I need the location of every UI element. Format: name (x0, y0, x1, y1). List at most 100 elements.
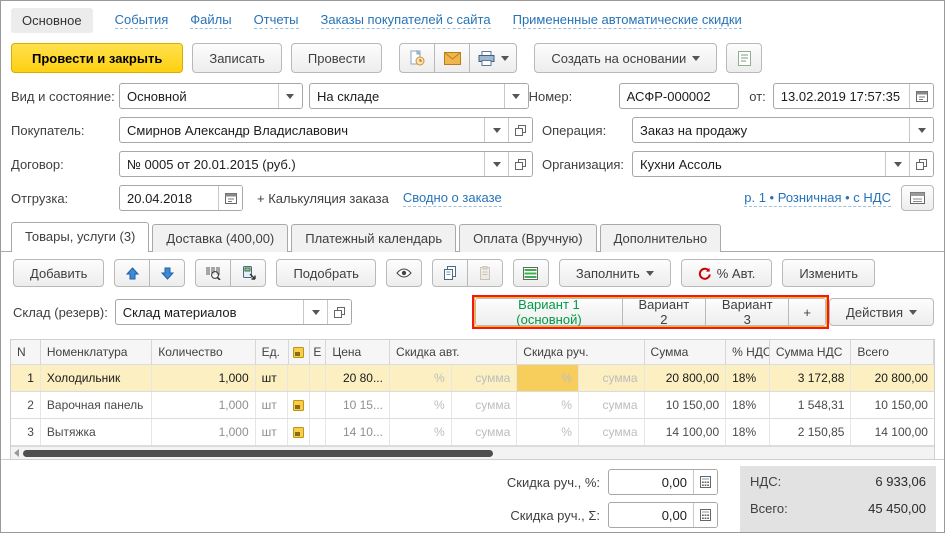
print-button[interactable] (469, 43, 517, 73)
mail-envelope-icon[interactable] (434, 43, 470, 73)
cell-price[interactable]: 14 10... (326, 419, 390, 445)
data-terminal-icon[interactable] (230, 259, 266, 287)
kind-dropdown-icon[interactable] (278, 84, 302, 108)
cell-quantity[interactable]: 1,000 (152, 419, 255, 445)
calculator-icon[interactable] (693, 470, 717, 494)
price-type-link[interactable]: р. 1 • Розничная • с НДС (744, 190, 891, 207)
col-content-icon[interactable] (289, 340, 311, 364)
cell-quantity[interactable]: 1,000 (152, 392, 255, 418)
cell-unit[interactable]: шт (256, 419, 289, 445)
barcode-search-icon[interactable] (195, 259, 231, 287)
variant-3-button[interactable]: Вариант 3 (705, 298, 789, 326)
scrollbar-thumb[interactable] (23, 450, 493, 457)
auto-discount-button[interactable]: % Авт. (681, 259, 773, 287)
col-total[interactable]: Всего (851, 340, 934, 364)
table-row[interactable]: 2 Варочная панель 1,000 шт 10 15... % су… (11, 392, 934, 419)
cell-auto-discount-pct[interactable]: % (390, 419, 452, 445)
move-down-icon[interactable] (149, 259, 185, 287)
fill-button[interactable]: Заполнить (559, 259, 671, 287)
operation-select[interactable]: Заказ на продажу (632, 117, 934, 143)
scroll-left-icon[interactable] (14, 449, 19, 457)
view-eye-icon[interactable] (386, 259, 422, 287)
customer-dropdown-icon[interactable] (484, 118, 508, 142)
cell-auto-discount-sum[interactable]: сумма (452, 392, 518, 418)
manual-discount-pct-input[interactable]: 0,00 (608, 469, 718, 495)
col-vat-sum[interactable]: Сумма НДС (770, 340, 852, 364)
tab-delivery[interactable]: Доставка (400,00) (152, 224, 288, 252)
customer-open-icon[interactable] (508, 118, 532, 142)
paste-rows-icon[interactable] (467, 259, 503, 287)
col-auto-discount[interactable]: Скидка авт. (390, 340, 517, 364)
tab-additional[interactable]: Дополнительно (600, 224, 722, 252)
table-row[interactable]: 1 Холодильник 1,000 шт 20 80... % сумма … (11, 365, 934, 392)
col-n[interactable]: N (11, 340, 41, 364)
cell-vat-sum[interactable]: 3 172,88 (770, 365, 852, 391)
list-settings-icon[interactable] (513, 259, 549, 287)
calendar-icon[interactable] (909, 84, 933, 108)
document-clock-icon[interactable] (399, 43, 435, 73)
cell-price[interactable]: 20 80... (326, 365, 390, 391)
create-based-on-button[interactable]: Создать на основании (534, 43, 717, 73)
cell-total[interactable]: 14 100,00 (851, 419, 934, 445)
cell-manual-discount-sum[interactable]: сумма (579, 392, 645, 418)
order-summary-link[interactable]: Сводно о заказе (403, 190, 502, 207)
cell-unit[interactable]: шт (256, 392, 289, 418)
nav-link-reports[interactable]: Отчеты (254, 12, 299, 29)
col-quantity[interactable]: Количество (152, 340, 255, 364)
add-variant-button[interactable]: + (788, 298, 826, 326)
col-sum[interactable]: Сумма (645, 340, 727, 364)
report-icon[interactable] (726, 43, 762, 73)
warehouse-open-icon[interactable] (327, 300, 351, 324)
calculator-icon[interactable] (693, 503, 717, 527)
organization-open-icon[interactable] (909, 152, 933, 176)
contract-open-icon[interactable] (508, 152, 532, 176)
table-row[interactable]: 3 Вытяжка 1,000 шт 14 10... % сумма % су… (11, 419, 934, 446)
cell-price[interactable]: 10 15... (326, 392, 390, 418)
cell-unit[interactable]: шт (256, 365, 289, 391)
shipment-calendar-icon[interactable] (218, 186, 242, 210)
cell-manual-discount-sum[interactable]: сумма (579, 365, 645, 391)
col-nomenclature[interactable]: Номенклатура (41, 340, 152, 364)
contract-dropdown-icon[interactable] (484, 152, 508, 176)
cell-nomenclature[interactable]: Варочная панель (41, 392, 152, 418)
date-input[interactable]: 13.02.2019 17:57:35 (773, 83, 934, 109)
kind-select[interactable]: Основной (119, 83, 303, 109)
cell-sum[interactable]: 20 800,00 (645, 365, 727, 391)
organization-dropdown-icon[interactable] (885, 152, 909, 176)
operation-dropdown-icon[interactable] (909, 118, 933, 142)
cell-sum[interactable]: 14 100,00 (645, 419, 727, 445)
cell-auto-discount-sum[interactable]: сумма (452, 419, 518, 445)
tab-payment-calendar[interactable]: Платежный календарь (291, 224, 456, 252)
cell-vat-pct[interactable]: 18% (726, 392, 770, 418)
cell-manual-discount-pct[interactable]: % (517, 392, 579, 418)
cell-auto-discount-pct[interactable]: % (390, 365, 452, 391)
state-select[interactable]: На складе (309, 83, 529, 109)
post-button[interactable]: Провести (291, 43, 383, 73)
state-dropdown-icon[interactable] (504, 84, 528, 108)
cell-vat-sum[interactable]: 1 548,31 (770, 392, 852, 418)
variant-1-button[interactable]: Вариант 1 (основной) (475, 298, 622, 326)
col-vat-pct[interactable]: % НДС (726, 340, 770, 364)
cell-nomenclature[interactable]: Холодильник (41, 365, 152, 391)
cell-vat-pct[interactable]: 18% (726, 419, 770, 445)
cell-vat-sum[interactable]: 2 150,85 (770, 419, 852, 445)
cell-manual-discount-sum[interactable]: сумма (579, 419, 645, 445)
warehouse-dropdown-icon[interactable] (303, 300, 327, 324)
col-unit[interactable]: Ед. (256, 340, 289, 364)
nav-tab-main[interactable]: Основное (11, 8, 93, 33)
nav-link-site-orders[interactable]: Заказы покупателей с сайта (321, 12, 491, 29)
save-button[interactable]: Записать (192, 43, 282, 73)
cell-vat-pct[interactable]: 18% (726, 365, 770, 391)
order-calculation-note[interactable]: + Калькуляция заказа (257, 191, 389, 206)
shipment-date-input[interactable]: 20.04.2018 (119, 185, 243, 211)
warehouse-select[interactable]: Склад материалов (115, 299, 353, 325)
copy-rows-icon[interactable] (432, 259, 468, 287)
col-manual-discount[interactable]: Скидка руч. (517, 340, 644, 364)
tab-payment[interactable]: Оплата (Вручную) (459, 224, 596, 252)
horizontal-scrollbar[interactable] (11, 446, 934, 459)
manual-discount-sum-input[interactable]: 0,00 (608, 502, 718, 528)
cell-total[interactable]: 20 800,00 (851, 365, 934, 391)
nav-link-auto-discounts[interactable]: Примененные автоматические скидки (513, 12, 742, 29)
cell-auto-discount-sum[interactable]: сумма (452, 365, 518, 391)
col-e[interactable]: Е (310, 340, 326, 364)
